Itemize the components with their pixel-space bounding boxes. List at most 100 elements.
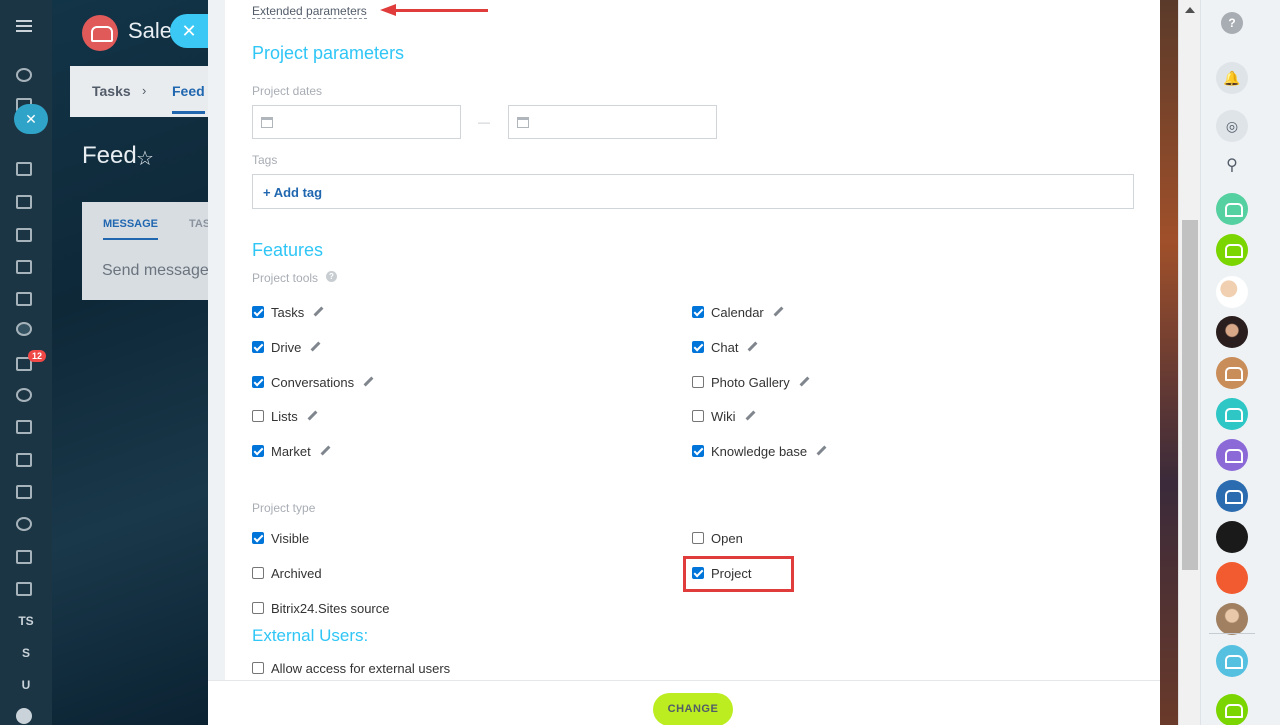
- type-visible-checkbox[interactable]: [252, 532, 264, 544]
- type-open[interactable]: Open: [692, 530, 743, 546]
- close-icon[interactable]: ✕: [14, 104, 48, 134]
- lock-avatar[interactable]: [1216, 562, 1248, 594]
- scroll-thumb[interactable]: [1182, 220, 1198, 570]
- group-avatar-2[interactable]: [1216, 234, 1248, 266]
- type-visible[interactable]: Visible: [252, 530, 309, 546]
- menu-icon[interactable]: [16, 20, 32, 32]
- type-sites-source-label: Bitrix24.Sites source: [271, 600, 390, 616]
- chevron-down-icon[interactable]: [16, 708, 32, 724]
- help-icon[interactable]: ?: [326, 271, 337, 282]
- pencil-icon[interactable]: [745, 411, 755, 421]
- add-tag-button[interactable]: + Add tag: [263, 185, 322, 200]
- scrollbar[interactable]: [1178, 0, 1200, 725]
- send-message-input[interactable]: Send message: [102, 262, 209, 280]
- add-icon[interactable]: [1216, 645, 1248, 677]
- groups-nav-icon[interactable]: [16, 322, 32, 336]
- calendar-nav-icon[interactable]: [16, 162, 32, 176]
- pencil-icon[interactable]: [816, 446, 826, 456]
- tool-conversations-checkbox[interactable]: [252, 376, 264, 388]
- tool-wiki-label: Wiki: [711, 408, 736, 424]
- tool-lists[interactable]: Lists: [252, 408, 317, 424]
- calendar-avatar-1[interactable]: [1216, 357, 1248, 389]
- app-logo: [82, 15, 118, 51]
- user-avatar-4[interactable]: [1216, 603, 1248, 635]
- start-date-field[interactable]: [252, 105, 461, 139]
- slider-close-button[interactable]: ✕: [170, 14, 208, 48]
- change-button[interactable]: CHANGE: [653, 693, 733, 725]
- contact-nav-icon[interactable]: [16, 485, 32, 499]
- tags-field[interactable]: + Add tag: [252, 174, 1134, 209]
- sync-nav-icon[interactable]: [16, 517, 32, 531]
- pencil-icon[interactable]: [747, 342, 757, 352]
- tab-tasks[interactable]: TAS: [189, 218, 210, 230]
- user-avatar-3[interactable]: [1216, 521, 1248, 553]
- tool-drive-checkbox[interactable]: [252, 341, 264, 353]
- target-nav-icon[interactable]: [16, 388, 32, 402]
- calendar-avatar-2[interactable]: [1216, 398, 1248, 430]
- calendar-avatar-3[interactable]: [1216, 439, 1248, 471]
- pencil-icon[interactable]: [363, 377, 373, 387]
- breadcrumb-tasks[interactable]: Tasks: [92, 83, 131, 99]
- tool-knowledge-base[interactable]: Knowledge base: [692, 443, 826, 459]
- cart-nav-icon[interactable]: [16, 453, 32, 467]
- bell-icon[interactable]: 🔔: [1216, 62, 1248, 94]
- type-archived[interactable]: Archived: [252, 565, 322, 581]
- phone-icon[interactable]: [1216, 694, 1248, 725]
- allow-external-users-checkbox[interactable]: [252, 662, 264, 674]
- drive-nav-icon[interactable]: [16, 260, 32, 274]
- tool-photo-gallery[interactable]: Photo Gallery: [692, 374, 809, 390]
- tool-market-checkbox[interactable]: [252, 445, 264, 457]
- user-avatar-1[interactable]: [1216, 276, 1248, 308]
- tool-market[interactable]: Market: [252, 443, 330, 459]
- tool-wiki[interactable]: Wiki: [692, 408, 755, 424]
- breadcrumb-feed[interactable]: Feed: [172, 83, 205, 114]
- box2-nav-icon[interactable]: [16, 582, 32, 596]
- tool-tasks[interactable]: Tasks: [252, 304, 323, 320]
- tool-conversations[interactable]: Conversations: [252, 374, 373, 390]
- tool-drive[interactable]: Drive: [252, 339, 320, 355]
- group-avatar-1[interactable]: [1216, 193, 1248, 225]
- tab-message[interactable]: MESSAGE: [103, 218, 159, 240]
- tool-calendar[interactable]: Calendar: [692, 304, 783, 320]
- tool-calendar-checkbox[interactable]: [692, 306, 704, 318]
- pencil-icon[interactable]: [310, 342, 320, 352]
- type-archived-checkbox[interactable]: [252, 567, 264, 579]
- type-sites-source-checkbox[interactable]: [252, 602, 264, 614]
- window-nav-icon[interactable]: [16, 420, 32, 434]
- document-nav-icon[interactable]: [16, 195, 32, 209]
- tool-wiki-checkbox[interactable]: [692, 410, 704, 422]
- user-avatar-2[interactable]: [1216, 316, 1248, 348]
- allow-external-users[interactable]: Allow access for external users: [252, 660, 450, 676]
- extended-parameters-link[interactable]: Extended parameters: [252, 4, 367, 19]
- chat-icon[interactable]: ◎: [1216, 110, 1248, 142]
- tasks-nav-icon[interactable]: [16, 228, 32, 242]
- pencil-icon[interactable]: [307, 411, 317, 421]
- help-button[interactable]: ?: [1221, 12, 1243, 34]
- pencil-icon[interactable]: [320, 446, 330, 456]
- star-icon[interactable]: ☆: [136, 146, 154, 171]
- box-nav-icon[interactable]: [16, 550, 32, 564]
- tool-chat[interactable]: Chat: [692, 339, 757, 355]
- tool-knowledge-base-checkbox[interactable]: [692, 445, 704, 457]
- tool-chat-checkbox[interactable]: [692, 341, 704, 353]
- type-sites-source[interactable]: Bitrix24.Sites source: [252, 600, 390, 616]
- external-users-title: External Users:: [252, 626, 369, 645]
- nav-icon-1[interactable]: [16, 68, 32, 82]
- group-avatar-3[interactable]: [1216, 480, 1248, 512]
- search-icon[interactable]: ⚲: [1216, 150, 1248, 182]
- pencil-icon[interactable]: [313, 307, 323, 317]
- nav-item-s[interactable]: S: [0, 646, 52, 660]
- tool-tasks-checkbox[interactable]: [252, 306, 264, 318]
- pencil-icon[interactable]: [773, 307, 783, 317]
- pencil-icon[interactable]: [799, 377, 809, 387]
- tool-lists-checkbox[interactable]: [252, 410, 264, 422]
- end-date-field[interactable]: [508, 105, 717, 139]
- nav-item-u[interactable]: U: [0, 678, 52, 692]
- tags-label: Tags: [252, 153, 278, 167]
- type-open-checkbox[interactable]: [692, 532, 704, 544]
- mail-nav-icon[interactable]: [16, 292, 32, 306]
- nav-item-ts[interactable]: TS: [0, 614, 52, 628]
- sidebar-divider: [1209, 633, 1255, 634]
- tool-photo-gallery-checkbox[interactable]: [692, 376, 704, 388]
- scroll-up-icon[interactable]: [1185, 7, 1195, 13]
